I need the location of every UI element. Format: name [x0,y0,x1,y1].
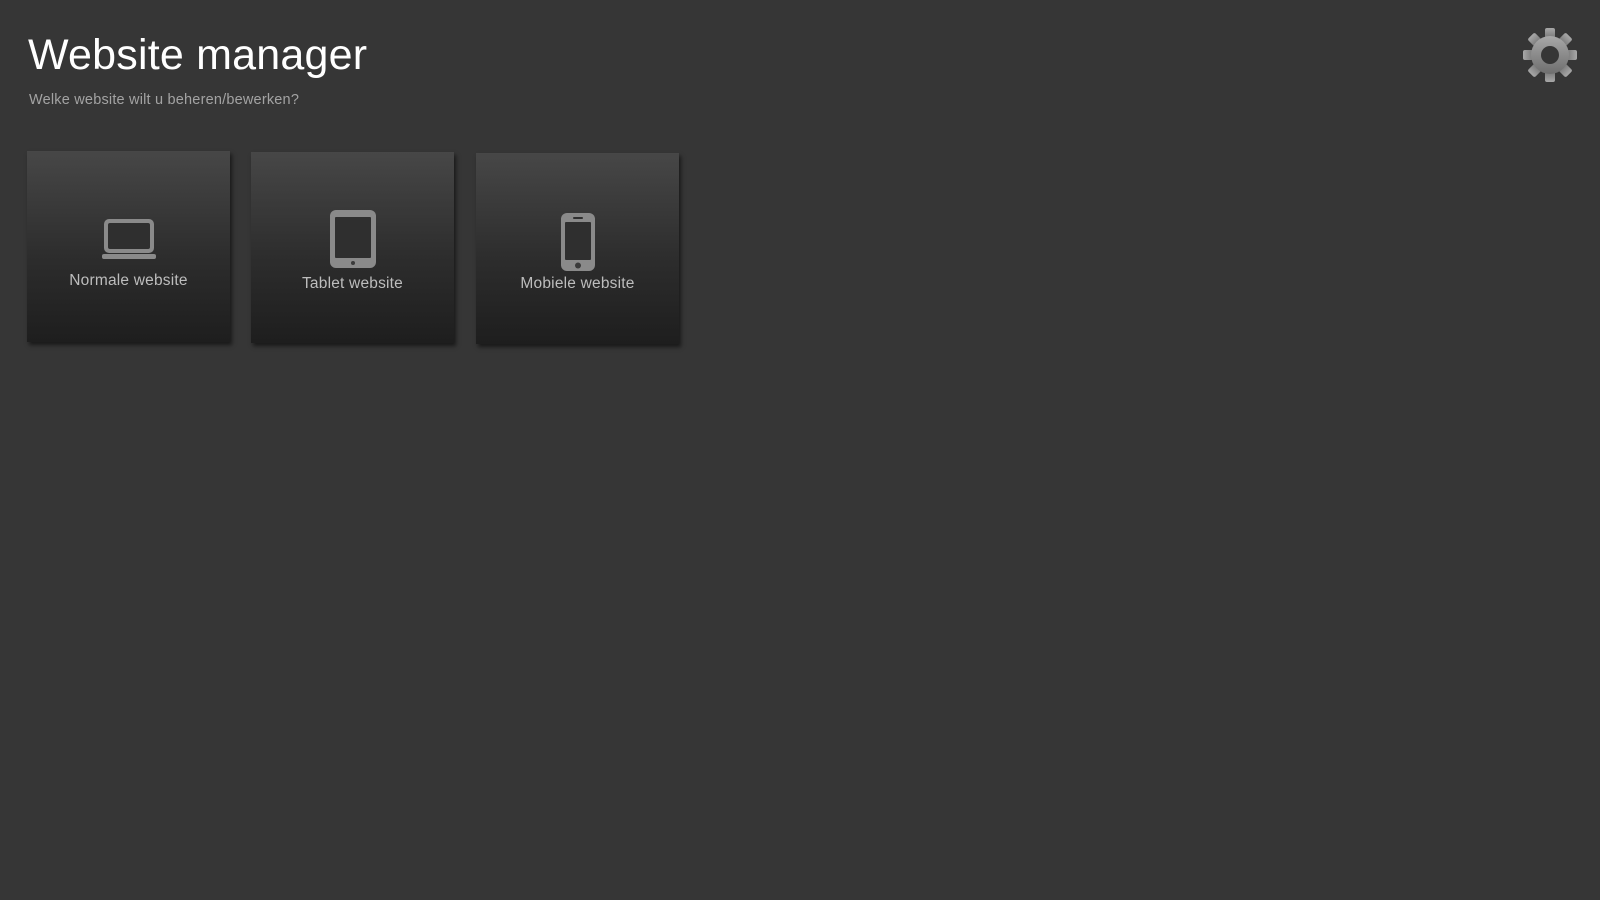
phone-icon [560,213,595,271]
tile-label: Normale website [69,272,188,289]
laptop-icon [101,219,156,259]
tile-normale-website[interactable]: Normale website [27,151,230,342]
page-header: Website manager Welke website wilt u beh… [28,30,367,108]
tile-tablet-website[interactable]: Tablet website [251,152,454,343]
tile-label: Mobiele website [520,275,635,292]
page-subtitle: Welke website wilt u beheren/bewerken? [29,91,300,108]
settings-button[interactable] [1522,27,1578,83]
page-title: Website manager [28,31,368,79]
gear-icon [1523,28,1577,82]
tile-mobiele-website[interactable]: Mobiele website [476,153,679,344]
tablet-icon [329,210,376,268]
tile-label: Tablet website [301,275,404,292]
